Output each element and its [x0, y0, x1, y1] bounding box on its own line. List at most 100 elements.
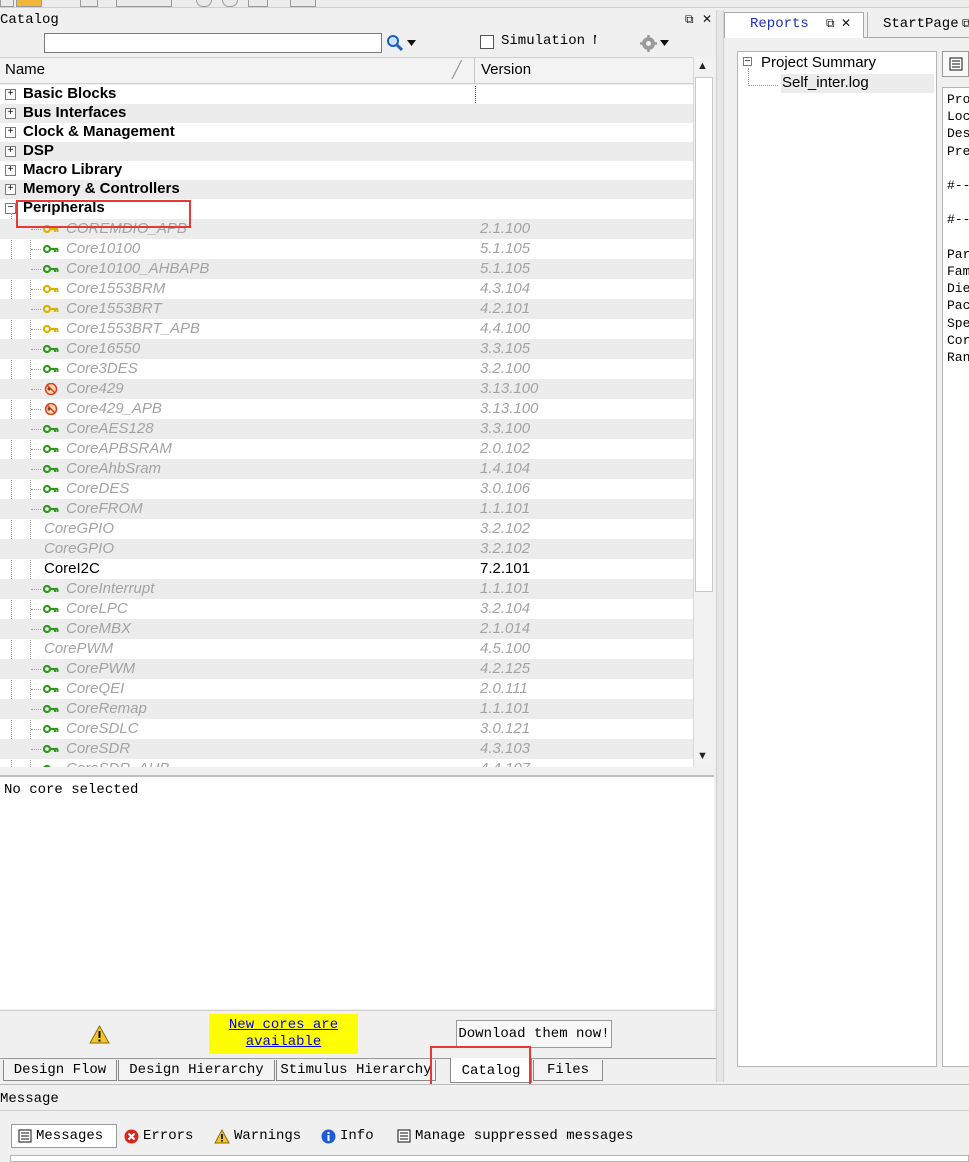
message-tab-info[interactable]: Info	[321, 1126, 374, 1146]
toolbar-button-group-icon[interactable]	[116, 0, 172, 7]
tree-item-project-summary[interactable]: Project Summary	[761, 54, 876, 71]
category-label: Memory & Controllers	[23, 180, 180, 197]
pane-splitter[interactable]	[716, 10, 724, 1082]
column-divider[interactable]	[474, 57, 475, 84]
save-icon[interactable]	[80, 0, 98, 7]
tab-stimulus-hierarchy[interactable]: Stimulus Hierarchy	[276, 1060, 436, 1081]
tree-connector	[31, 609, 41, 610]
close-icon[interactable]: ✕	[841, 16, 851, 30]
expand-icon[interactable]: +	[5, 108, 16, 119]
tab-startpage[interactable]: StartPage	[883, 16, 959, 32]
column-header-version[interactable]: Version	[481, 61, 531, 78]
core-row[interactable]: CoreQEI 2.0.111	[0, 679, 693, 699]
message-tab-label: Messages	[36, 1128, 104, 1144]
new-file-icon[interactable]	[0, 0, 14, 7]
main-toolbar	[0, 0, 969, 8]
search-input[interactable]	[44, 33, 382, 53]
tree-item-log[interactable]: Self_inter.log	[781, 74, 934, 93]
expand-icon[interactable]: +	[5, 165, 16, 176]
close-icon[interactable]: ✕	[702, 12, 712, 26]
category-row[interactable]: + DSP	[0, 142, 693, 161]
core-row[interactable]: CoreSDR 4.3.103	[0, 739, 693, 759]
category-row[interactable]: + Memory & Controllers	[0, 180, 693, 199]
core-row[interactable]: CoreMBX 2.1.014	[0, 619, 693, 639]
core-row[interactable]: Core429 3.13.100	[0, 379, 693, 399]
core-version: 1.1.101	[480, 500, 531, 517]
core-row[interactable]: Core10100_AHBAPB 5.1.105	[0, 259, 693, 279]
core-version: 1.4.104	[480, 460, 531, 477]
core-version: 5.1.105	[480, 240, 531, 257]
core-version: 5.1.105	[480, 260, 531, 277]
core-row[interactable]: CoreLPC 3.2.104	[0, 599, 693, 619]
core-row[interactable]: CorePWM 4.5.100	[0, 639, 693, 659]
key-green-icon	[43, 724, 59, 734]
core-row[interactable]: CoreGPIO 3.2.102	[0, 539, 693, 559]
view-log-button[interactable]	[942, 51, 969, 77]
core-row[interactable]: CoreAES128 3.3.100	[0, 419, 693, 439]
catalog-title: Catalog	[0, 12, 59, 28]
core-row[interactable]: CoreFROM 1.1.101	[0, 499, 693, 519]
core-row[interactable]: Core1553BRT_APB 4.4.100	[0, 319, 693, 339]
collapse-icon[interactable]: −	[743, 57, 752, 67]
core-name: CoreI2C	[44, 560, 100, 577]
core-version: 3.13.100	[480, 400, 539, 417]
tree-connector	[31, 489, 41, 490]
tab-design-flow[interactable]: Design Flow	[3, 1060, 117, 1081]
log-line: Pac	[947, 298, 969, 314]
expand-icon[interactable]: +	[5, 184, 16, 195]
tab-files[interactable]: Files	[533, 1060, 603, 1081]
tab-reports-label[interactable]: Reports	[750, 16, 809, 32]
redo-icon[interactable]	[222, 0, 238, 7]
core-row[interactable]: CoreInterrupt 1.1.101	[0, 579, 693, 599]
category-row[interactable]: + Basic Blocks	[0, 85, 476, 105]
new-cores-link[interactable]: New cores are available	[209, 1014, 358, 1054]
search-button[interactable]	[386, 33, 426, 53]
category-row[interactable]: + Bus Interfaces	[0, 104, 693, 123]
message-tab-messages[interactable]: Messages	[18, 1126, 103, 1146]
float-window-icon[interactable]: ⧉	[962, 16, 969, 31]
core-row[interactable]: CoreAhbSram 1.4.104	[0, 459, 693, 479]
chevron-down-icon	[660, 40, 669, 46]
expand-icon[interactable]: +	[5, 89, 16, 100]
float-window-icon[interactable]: ⧉	[826, 16, 835, 31]
float-window-icon[interactable]: ⧉	[685, 12, 694, 27]
message-tab-warnings[interactable]: Warnings	[214, 1126, 301, 1146]
tab-design-hierarchy[interactable]: Design Hierarchy	[118, 1060, 275, 1081]
core-version: 3.3.105	[480, 340, 531, 357]
core-row[interactable]: Core3DES 3.2.100	[0, 359, 693, 379]
core-version: 4.2.101	[480, 300, 531, 317]
tree-connector	[748, 68, 749, 86]
message-list	[10, 1155, 969, 1162]
core-row[interactable]: Core10100 5.1.105	[0, 239, 693, 259]
undo-icon[interactable]	[196, 0, 212, 7]
message-tab-manage-suppressed[interactable]: Manage suppressed messages	[397, 1126, 633, 1146]
core-row[interactable]: CoreAPBSRAM 2.0.102	[0, 439, 693, 459]
simulation-checkbox[interactable]	[480, 35, 494, 49]
core-row[interactable]: Core1553BRM 4.3.104	[0, 279, 693, 299]
open-folder-icon[interactable]	[16, 0, 42, 7]
expand-icon[interactable]: +	[5, 127, 16, 138]
check-icon[interactable]	[248, 0, 268, 7]
tree-connector	[31, 689, 41, 690]
toolbar-extra-icon[interactable]	[290, 0, 316, 7]
scroll-up-arrow-icon[interactable]: ▲	[697, 60, 708, 72]
scrollbar-thumb[interactable]	[695, 77, 713, 592]
core-row[interactable]: CorePWM 4.2.125	[0, 659, 693, 679]
core-row[interactable]: CoreRemap 1.1.101	[0, 699, 693, 719]
core-row[interactable]: CoreGPIO 3.2.102	[0, 519, 693, 539]
message-tab-errors[interactable]: Errors	[124, 1126, 193, 1146]
download-button[interactable]: Download them now!	[456, 1020, 612, 1048]
core-row[interactable]: Core429_APB 3.13.100	[0, 399, 693, 419]
scroll-down-arrow-icon[interactable]: ▼	[697, 750, 708, 762]
column-header-name[interactable]: Name	[5, 61, 45, 78]
core-row[interactable]: CoreI2C 7.2.101	[0, 559, 693, 579]
core-row[interactable]: Core16550 3.3.105	[0, 339, 693, 359]
core-row[interactable]: Core1553BRT 4.2.101	[0, 299, 693, 319]
expand-icon[interactable]: +	[5, 146, 16, 157]
core-row[interactable]: CoreSDLC 3.0.121	[0, 719, 693, 739]
settings-button[interactable]	[640, 33, 676, 53]
core-row[interactable]: CoreSDR_AHB 4.4.107	[0, 759, 693, 767]
category-row[interactable]: + Clock & Management	[0, 123, 693, 142]
core-row[interactable]: CoreDES 3.0.106	[0, 479, 693, 499]
category-row[interactable]: + Macro Library	[0, 161, 693, 180]
